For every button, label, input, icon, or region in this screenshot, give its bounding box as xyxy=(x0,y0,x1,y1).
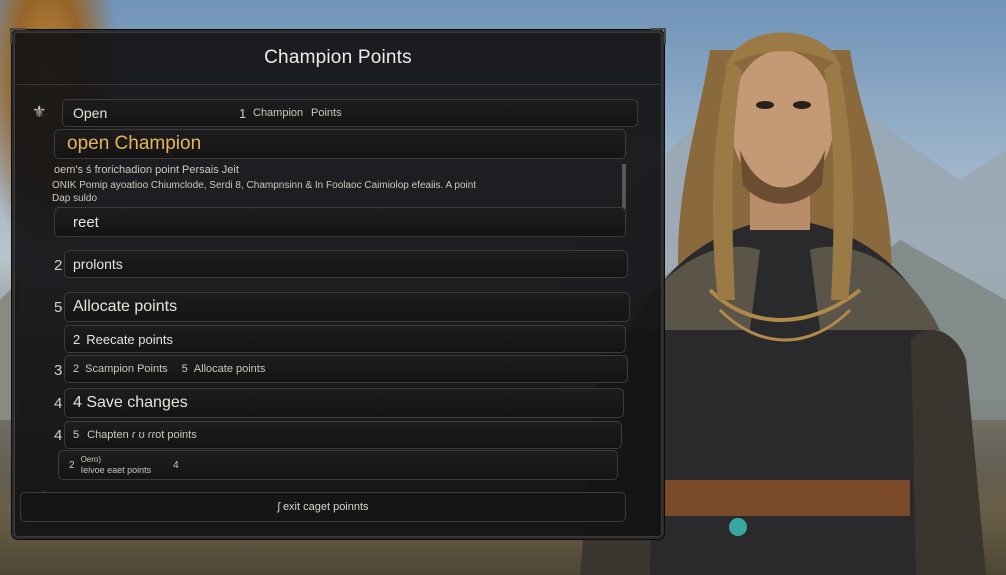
description-line-1: oem's ś frorichadion point Persais Jeit xyxy=(54,164,239,176)
last-label-stack: Oero) Ieivoe eaet points xyxy=(81,455,152,475)
reecate-number: 2 xyxy=(73,331,81,347)
allocate-points-label: Allocate points xyxy=(73,298,178,315)
exit-button-label: ʃ exit caget poinnts xyxy=(277,501,369,513)
save-changes-label: 4 Save changes xyxy=(73,394,188,411)
open-row[interactable]: Open 1 Champion Points xyxy=(62,99,638,127)
reecate-points-label: Reecate points xyxy=(86,331,173,347)
chapter-left-number: 4 xyxy=(54,427,63,444)
scampion-allocate-number: 5 xyxy=(181,363,188,375)
scampion-number: 2 xyxy=(73,363,80,375)
open-cp-b: Points xyxy=(311,107,342,119)
chapter-points-row[interactable]: 5 Chapten ɾ ʊ ɾɾot points xyxy=(64,421,622,449)
panel-header: Champion Points xyxy=(14,32,662,85)
scampion-left-number: 3 xyxy=(54,362,63,379)
prolonts-label: prolonts xyxy=(73,256,123,272)
prolonts-row[interactable]: prolonts xyxy=(64,250,628,278)
last-number: 2 xyxy=(69,459,75,471)
save-changes-button[interactable]: 4 Save changes xyxy=(64,388,624,418)
open-champion-label: open Champion xyxy=(67,133,202,154)
open-cp-a: Champion xyxy=(253,107,304,119)
reet-label: reet xyxy=(73,213,99,231)
description-line-2: ONIK Pomip ayoatioo Chiumclode, Serdi 8,… xyxy=(52,180,477,191)
scrollbar[interactable] xyxy=(622,164,626,209)
open-champion-row[interactable]: open Champion xyxy=(54,129,626,159)
scampion-points-row[interactable]: 2 Scampion Points 5 Allocate points xyxy=(64,355,628,383)
description-line-3: Dap suldo xyxy=(52,193,98,204)
last-right-number: 4 xyxy=(173,459,179,471)
scampion-points-label: Scampion Points xyxy=(85,363,168,375)
last-label-top: Oero) xyxy=(80,455,102,464)
reecate-points-row[interactable]: 2 Reecate points xyxy=(64,325,626,353)
exit-button[interactable]: ʃ exit caget poinnts xyxy=(20,492,626,522)
chapter-number: 5 xyxy=(73,429,80,441)
allocate-number: 5 xyxy=(54,299,63,316)
panel-title: Champion Points xyxy=(264,47,412,68)
save-left-number: 4 xyxy=(54,395,63,412)
open-number: 1 xyxy=(239,105,247,121)
description-block: oem's ś frorichadion point Persais Jeit … xyxy=(52,164,632,204)
allocate-points-row[interactable]: Allocate points xyxy=(64,292,630,322)
reset-points-row[interactable]: 2 Oero) Ieivoe eaet points 4 xyxy=(58,450,618,480)
open-label: Open xyxy=(73,105,108,121)
scampion-allocate-label: Allocate points xyxy=(193,363,266,375)
last-label-bottom: Ieivoe eaet points xyxy=(80,465,152,475)
chapter-points-label: Chapten ɾ ʊ ɾɾot points xyxy=(87,429,197,441)
fleur-ornament-icon: ⚜ xyxy=(32,104,47,121)
champion-points-panel: Champion Points ⚜ Open 1 Champion Points… xyxy=(10,28,666,539)
reet-row[interactable]: reet xyxy=(54,207,626,237)
prolonts-number: 2 xyxy=(54,257,63,274)
